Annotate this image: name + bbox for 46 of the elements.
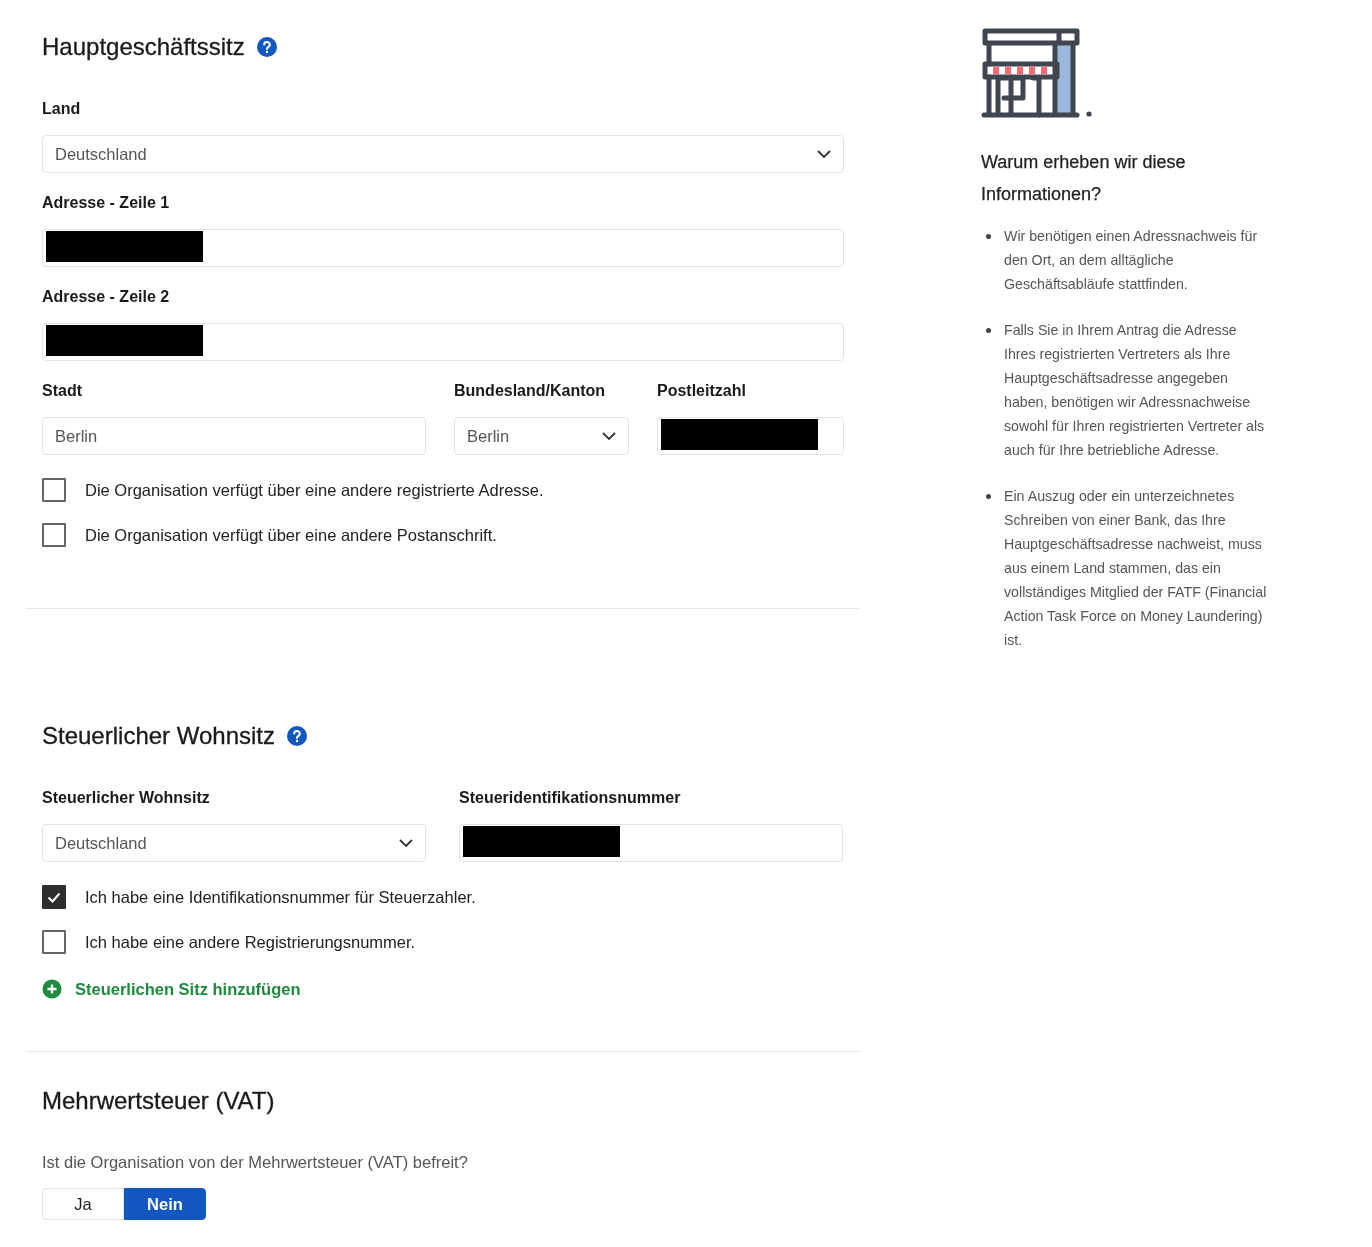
section-title: Steuerlicher Wohnsitz	[42, 721, 275, 751]
field-label: Land	[42, 99, 82, 119]
info-title: Warum erheben wir diese Informationen?	[981, 151, 1187, 206]
bullet-icon	[986, 234, 991, 239]
add-link[interactable]: Steuerlichen Sitz hinzufügen	[42, 979, 301, 999]
field-label: Steuerlicher Wohnsitz	[42, 788, 211, 808]
checkbox[interactable]	[42, 478, 66, 502]
checkbox[interactable]	[42, 523, 66, 547]
field-label: Postleitzahl	[657, 381, 747, 401]
checkmark-icon	[47, 891, 61, 903]
toggle-option[interactable]: Ja	[42, 1188, 124, 1220]
checkbox-label: Ich habe eine andere Registrierungsnummer.	[85, 932, 416, 952]
checkbox-label: Ich habe eine Identifikationsnummer für Steuerzahler.	[85, 887, 476, 907]
input-field[interactable]	[459, 824, 843, 862]
section-title: Hauptgeschäftssitz	[42, 32, 245, 62]
input-field[interactable]	[42, 229, 844, 267]
help-icon[interactable]	[287, 726, 307, 746]
store-icon	[981, 28, 1093, 118]
chevron-down-icon	[399, 839, 413, 847]
input-field[interactable]	[42, 323, 844, 361]
info-text: Falls Sie in Ihrem Antrag die Adresse Ihres registrierten Vertreters als Ihre Hauptgeschäftsadresse angegeben haben, benötigen wir Adressnachweise sowohl für Ihren registrierten Vertreter als auch für Ihre betriebliche Adresse.	[1004, 321, 1266, 460]
checkbox[interactable]	[42, 885, 66, 909]
checkbox-label: Die Organisation verfügt über eine andere registrierte Adresse.	[85, 480, 544, 500]
field-label: Bundesland/Kanton	[454, 381, 607, 401]
input-field[interactable]: Berlin	[42, 417, 426, 455]
help-icon[interactable]	[256, 37, 277, 57]
chevron-down-icon	[817, 150, 831, 158]
checkbox[interactable]	[42, 930, 66, 954]
select-field[interactable]: Deutschland	[42, 824, 426, 862]
field-label: Steueridentifikationsnummer	[459, 788, 682, 808]
input-field[interactable]	[657, 417, 844, 455]
bullet-icon	[986, 328, 991, 333]
field-label: Stadt	[42, 381, 83, 401]
select-field[interactable]: Deutschland	[42, 135, 844, 173]
toggle-option[interactable]: Nein	[124, 1188, 206, 1220]
bullet-icon	[986, 494, 991, 499]
select-field[interactable]: Berlin	[454, 417, 629, 455]
checkbox-label: Die Organisation verfügt über eine andere Postanschrift.	[85, 525, 497, 545]
section-title: Mehrwertsteuer (VAT)	[42, 1086, 275, 1116]
chevron-down-icon	[602, 432, 616, 440]
info-text: Wir benötigen einen Adressnachweis für den Ort, an dem alltägliche Geschäftsabläufe stattfinden.	[1004, 227, 1259, 294]
plus-icon	[42, 979, 62, 999]
question-text: Ist die Organisation von der Mehrwertsteuer (VAT) befreit?	[42, 1153, 469, 1172]
info-text: Ein Auszug oder ein unterzeichnetes Schreiben von einer Bank, das Ihre Hauptgeschäftsadresse nachweist, muss aus einem Land stammen, das ein vollständiges Mitglied der FATF (Financial Action Task Force on Money Laundering) ist.	[1004, 487, 1268, 650]
field-label: Adresse - Zeile 1	[42, 193, 171, 213]
field-label: Adresse - Zeile 2	[42, 287, 171, 307]
